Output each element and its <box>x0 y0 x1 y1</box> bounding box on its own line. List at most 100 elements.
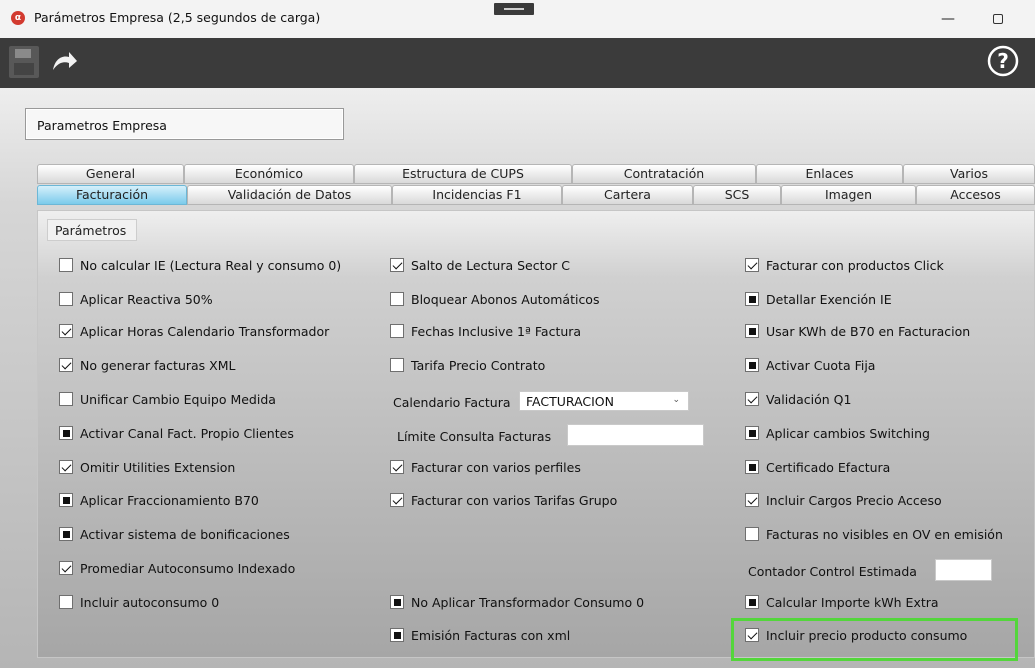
option-label: Facturar con productos Click <box>766 257 944 273</box>
option-bonificaciones[interactable]: Activar sistema de bonificaciones <box>59 525 290 543</box>
option-label: Aplicar Horas Calendario Transformador <box>80 323 330 339</box>
option-validacion-q1[interactable]: Validación Q1 <box>745 390 851 408</box>
option-salto-lectura[interactable]: Salto de Lectura Sector C <box>390 256 570 274</box>
limite-consulta-input[interactable] <box>567 424 704 446</box>
checkbox[interactable] <box>745 426 759 440</box>
option-label: Promediar Autoconsumo Indexado <box>80 560 296 576</box>
calendario-factura-select[interactable]: FACTURACION ⌄ <box>519 391 689 411</box>
checkbox[interactable] <box>59 258 73 272</box>
checkbox[interactable] <box>59 460 73 474</box>
option-no-generar-xml[interactable]: No generar facturas XML <box>59 356 235 374</box>
checkbox[interactable] <box>59 527 73 541</box>
checkbox[interactable] <box>745 493 759 507</box>
checkbox[interactable] <box>59 561 73 575</box>
option-label: Salto de Lectura Sector C <box>411 257 570 273</box>
option-tarifa-precio[interactable]: Tarifa Precio Contrato <box>390 356 545 374</box>
checkbox[interactable] <box>745 595 759 609</box>
toolbar: ? <box>0 38 1035 88</box>
tab-imagen[interactable]: Imagen <box>781 185 916 205</box>
option-label: Activar Canal Fact. Propio Clientes <box>80 425 294 441</box>
checkbox[interactable] <box>745 460 759 474</box>
option-no-calcular-ie[interactable]: No calcular IE (Lectura Real y consumo 0… <box>59 256 341 274</box>
option-label: No calcular IE (Lectura Real y consumo 0… <box>80 257 342 273</box>
checkbox[interactable] <box>59 392 73 406</box>
maximize-button[interactable] <box>975 6 1021 32</box>
tab-estructura-cups[interactable]: Estructura de CUPS <box>354 164 572 184</box>
checkbox[interactable] <box>59 426 73 440</box>
tab-validacion-datos[interactable]: Validación de Datos <box>187 185 392 205</box>
tab-cartera[interactable]: Cartera <box>562 185 693 205</box>
help-icon[interactable]: ? <box>987 45 1019 77</box>
checkbox[interactable] <box>390 258 404 272</box>
option-label: No generar facturas XML <box>80 357 236 373</box>
option-label: Detallar Exención IE <box>766 291 892 307</box>
checkbox[interactable] <box>745 292 759 306</box>
option-no-aplicar-transformador[interactable]: No Aplicar Transformador Consumo 0 <box>390 593 644 611</box>
option-horas-calendario[interactable]: Aplicar Horas Calendario Transformador <box>59 322 329 340</box>
window-drag-handle[interactable] <box>494 3 534 15</box>
option-fechas-inclusive[interactable]: Fechas Inclusive 1ª Factura <box>390 322 581 340</box>
checkbox[interactable] <box>390 292 404 306</box>
option-certificado-efactura[interactable]: Certificado Efactura <box>745 458 890 476</box>
option-autoconsumo-0[interactable]: Incluir autoconsumo 0 <box>59 593 219 611</box>
chevron-down-icon: ⌄ <box>672 395 680 405</box>
floppy-save-icon[interactable] <box>9 46 39 78</box>
option-emision-xml[interactable]: Emisión Facturas con xml <box>390 626 570 644</box>
tab-facturacion[interactable]: Facturación <box>37 185 187 205</box>
tab-economico[interactable]: Económico <box>184 164 354 184</box>
tab-general[interactable]: General <box>37 164 184 184</box>
option-label: Emisión Facturas con xml <box>411 627 571 643</box>
option-cambios-switching[interactable]: Aplicar cambios Switching <box>745 424 930 442</box>
section-label: Parámetros <box>47 219 137 241</box>
option-canal-fact[interactable]: Activar Canal Fact. Propio Clientes <box>59 424 294 442</box>
calendario-factura-value: FACTURACION <box>526 394 615 409</box>
option-bloquear-abonos[interactable]: Bloquear Abonos Automáticos <box>390 290 599 308</box>
checkbox[interactable] <box>745 392 759 406</box>
checkbox[interactable] <box>59 292 73 306</box>
option-varios-tarifas[interactable]: Facturar con varios Tarifas Grupo <box>390 491 617 509</box>
tab-contratacion[interactable]: Contratación <box>572 164 756 184</box>
checkbox[interactable] <box>745 358 759 372</box>
tab-scs[interactable]: SCS <box>693 185 781 205</box>
minimize-button[interactable]: — <box>925 6 971 32</box>
checkbox[interactable] <box>390 460 404 474</box>
option-aplicar-reactiva[interactable]: Aplicar Reactiva 50% <box>59 290 213 308</box>
checkbox[interactable] <box>59 358 73 372</box>
option-label: Certificado Efactura <box>766 459 891 475</box>
checkbox[interactable] <box>390 324 404 338</box>
tab-accesos[interactable]: Accesos <box>916 185 1035 205</box>
option-label: Aplicar cambios Switching <box>766 425 930 441</box>
option-omitir-utilities[interactable]: Omitir Utilities Extension <box>59 458 235 476</box>
checkbox[interactable] <box>59 595 73 609</box>
option-importe-kwh-extra[interactable]: Calcular Importe kWh Extra <box>745 593 939 611</box>
option-facturas-no-visibles[interactable]: Facturas no visibles en OV en emisión <box>745 525 1003 543</box>
reload-arrow-icon[interactable] <box>50 50 78 74</box>
tab-incidencias-f1[interactable]: Incidencias F1 <box>392 185 562 205</box>
checkbox[interactable] <box>390 595 404 609</box>
tab-enlaces[interactable]: Enlaces <box>756 164 903 184</box>
tab-varios[interactable]: Varios <box>903 164 1035 184</box>
option-promediar-autoconsumo[interactable]: Promediar Autoconsumo Indexado <box>59 559 295 577</box>
option-label: Validación Q1 <box>766 391 852 407</box>
checkbox[interactable] <box>745 258 759 272</box>
contador-control-input[interactable] <box>935 559 992 581</box>
option-label: Facturar con varios perfiles <box>411 459 581 475</box>
option-detallar-exencion[interactable]: Detallar Exención IE <box>745 290 892 308</box>
checkbox[interactable] <box>59 493 73 507</box>
option-fraccionamiento[interactable]: Aplicar Fraccionamiento B70 <box>59 491 259 509</box>
checkbox[interactable] <box>59 324 73 338</box>
option-varios-perfiles[interactable]: Facturar con varios perfiles <box>390 458 581 476</box>
option-cargos-precio-acceso[interactable]: Incluir Cargos Precio Acceso <box>745 491 942 509</box>
checkbox[interactable] <box>745 324 759 338</box>
checkbox[interactable] <box>745 527 759 541</box>
limite-consulta-label: Límite Consulta Facturas <box>397 429 552 444</box>
option-productos-click[interactable]: Facturar con productos Click <box>745 256 944 274</box>
option-label: Aplicar Fraccionamiento B70 <box>80 492 259 508</box>
checkbox[interactable] <box>390 493 404 507</box>
option-unificar-cambio[interactable]: Unificar Cambio Equipo Medida <box>59 390 276 408</box>
checkbox[interactable] <box>390 358 404 372</box>
option-kwh-b70[interactable]: Usar KWh de B70 en Facturacion <box>745 322 970 340</box>
checkbox[interactable] <box>390 628 404 642</box>
option-label: Calcular Importe kWh Extra <box>766 594 939 610</box>
option-cuota-fija[interactable]: Activar Cuota Fija <box>745 356 875 374</box>
